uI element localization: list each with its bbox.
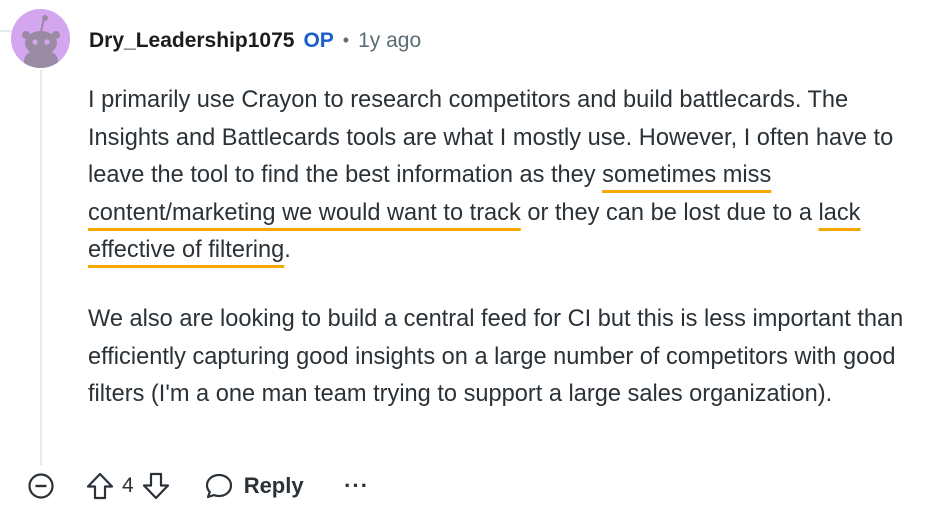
more-dots-icon: ··· (344, 473, 370, 498)
username[interactable]: Dry_Leadership1075 (89, 29, 294, 53)
comment-body: I primarily use Crayon to research compe… (88, 82, 923, 414)
paragraph-1-text-c: . (284, 237, 291, 264)
upvote-button[interactable] (80, 466, 120, 506)
paragraph-1-text-b: or they can be lost due to a (520, 199, 819, 226)
speech-bubble-icon (205, 473, 232, 499)
collapse-button[interactable] (24, 469, 58, 503)
more-options-button[interactable]: ··· (342, 471, 372, 501)
downvote-button[interactable] (136, 466, 176, 506)
comment-actions: 4 Reply ··· (24, 466, 372, 506)
reply-button[interactable]: Reply (204, 471, 304, 501)
reply-label: Reply (243, 473, 304, 498)
paragraph-1-text-a: I primarily use Crayon to research compe… (88, 87, 894, 189)
avatar[interactable] (11, 9, 70, 68)
collapse-minus-circle-icon (28, 473, 54, 499)
comment-paragraph-1: I primarily use Crayon to research compe… (88, 82, 923, 270)
vote-score: 4 (122, 474, 134, 497)
comment-header: Dry_Leadership1075 OP • 1y ago (89, 25, 421, 57)
snoo-avatar-icon (11, 9, 70, 68)
upvote-arrow-icon (86, 472, 114, 500)
downvote-arrow-icon (142, 472, 169, 500)
timestamp[interactable]: 1y ago (358, 29, 421, 53)
op-badge: OP (303, 29, 334, 52)
thread-line[interactable] (40, 70, 42, 465)
meta-separator: • (342, 29, 350, 50)
comment-paragraph-2: We also are looking to build a central f… (88, 305, 904, 408)
